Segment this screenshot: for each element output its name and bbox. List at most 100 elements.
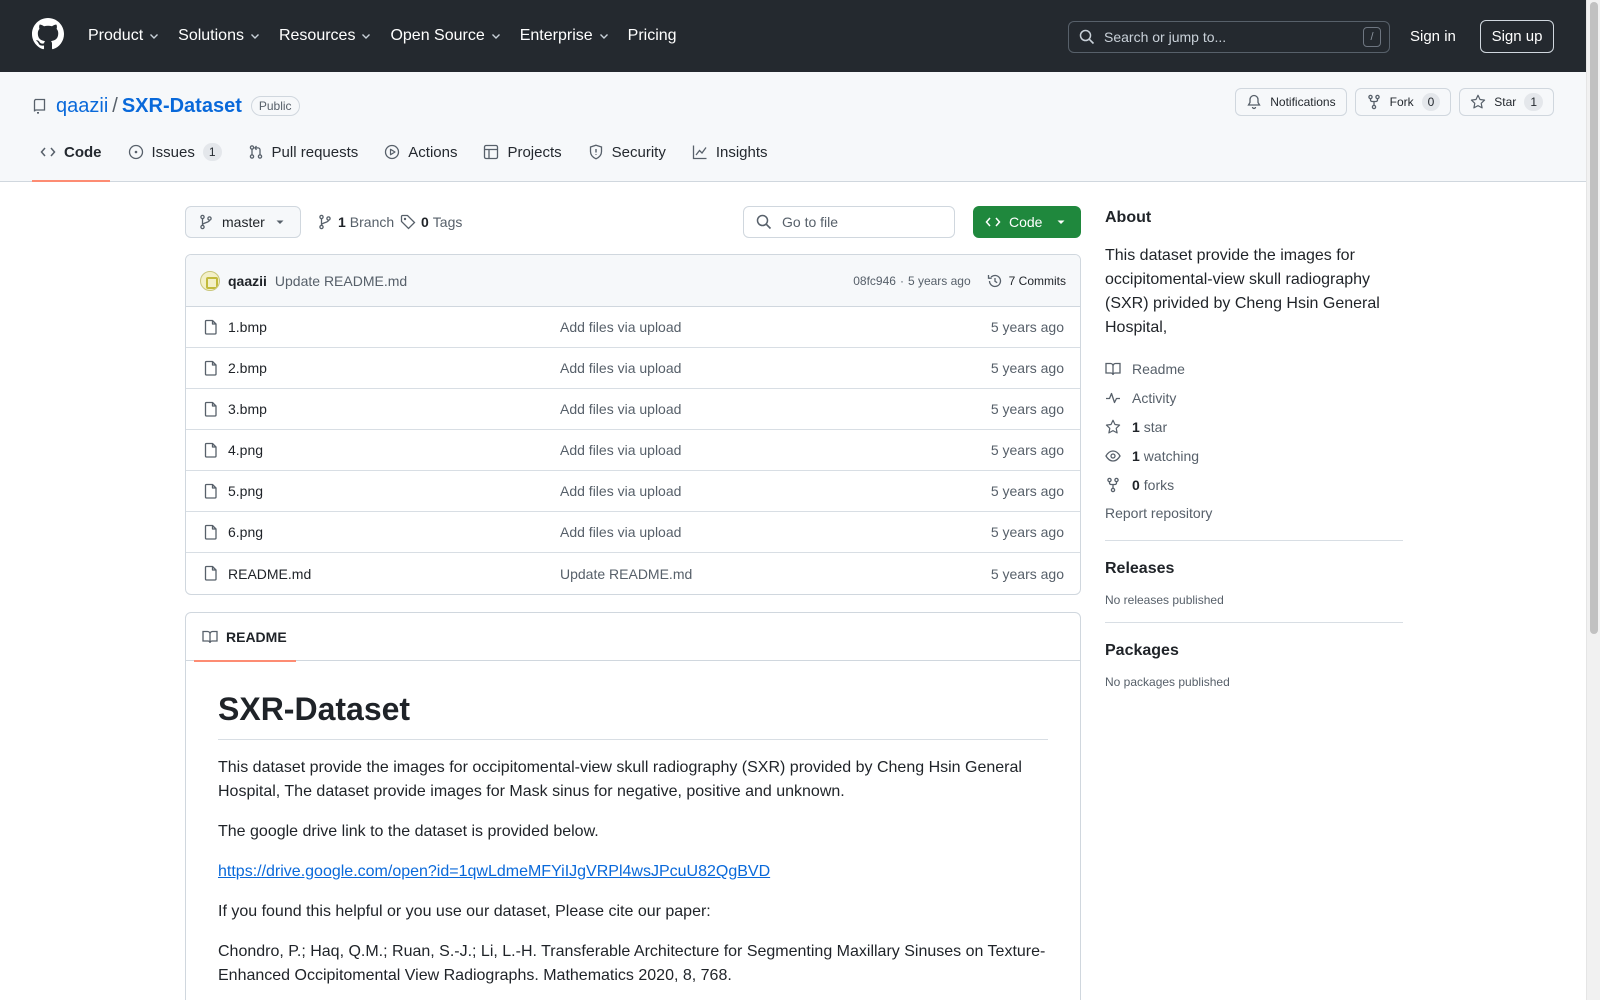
tab-pull-requests-label: Pull requests: [271, 143, 359, 161]
nav-open-source[interactable]: Open Source: [390, 18, 501, 54]
sign-up-button[interactable]: Sign up: [1480, 20, 1554, 53]
code-icon: [985, 217, 1001, 227]
file-row[interactable]: 1.bmp Add files via upload 5 years ago: [186, 307, 1080, 348]
about-links: Readme Activity 1 star 1 watching 0 fork…: [1105, 354, 1403, 499]
avatar[interactable]: [200, 270, 220, 291]
global-search-input[interactable]: Search or jump to... /: [1068, 21, 1390, 53]
search-shortcut-key: /: [1363, 27, 1381, 47]
file-commit-time: 5 years ago: [990, 483, 1064, 499]
chevron-down-icon: [150, 34, 159, 39]
commits-count-link[interactable]: 7 Commits: [1009, 274, 1066, 288]
tab-projects[interactable]: Projects: [475, 134, 569, 170]
code-dropdown-button[interactable]: Code: [973, 206, 1081, 238]
file-row[interactable]: 4.png Add files via upload 5 years ago: [186, 430, 1080, 471]
file-icon: [204, 319, 217, 335]
branches-link[interactable]: 1 Branch: [317, 206, 394, 238]
tab-actions[interactable]: Actions: [376, 134, 465, 170]
sign-in-link[interactable]: Sign in: [1410, 26, 1456, 48]
watchers-link[interactable]: 1 watching: [1105, 441, 1403, 470]
tab-security[interactable]: Security: [580, 134, 674, 170]
search-icon: [756, 214, 772, 230]
notifications-button[interactable]: Notifications: [1235, 88, 1347, 116]
file-name-link[interactable]: 2.bmp: [228, 360, 267, 376]
tab-pull-requests[interactable]: Pull requests: [240, 134, 367, 170]
nav-enterprise[interactable]: Enterprise: [520, 18, 610, 54]
commit-author[interactable]: qaazii: [228, 273, 267, 289]
stars-label: star: [1143, 418, 1168, 435]
forks-link[interactable]: 0 forks: [1105, 470, 1403, 499]
star-icon: [1471, 94, 1486, 109]
readme-link-label: Readme: [1132, 360, 1185, 377]
file-icon: [204, 565, 217, 581]
repo-name-link[interactable]: SXR-Dataset: [122, 95, 242, 118]
releases-heading[interactable]: Releases: [1105, 557, 1403, 581]
packages-heading[interactable]: Packages: [1105, 639, 1403, 663]
readme-paragraph: This dataset provide the images for occi…: [218, 759, 1022, 800]
file-commit-message[interactable]: Add files via upload: [560, 360, 681, 376]
dataset-drive-link[interactable]: https://drive.google.com/open?id=1qwLdme…: [218, 863, 770, 880]
star-button[interactable]: Star 1: [1459, 88, 1554, 116]
file-row[interactable]: 5.png Add files via upload 5 years ago: [186, 471, 1080, 512]
repo-title: qaazii / SXR-Dataset Public: [32, 92, 300, 120]
file-commit-message[interactable]: Update README.md: [560, 566, 692, 582]
code-button-label: Code: [1009, 214, 1043, 230]
file-name-link[interactable]: 1.bmp: [228, 319, 267, 335]
nav-resources[interactable]: Resources: [279, 18, 372, 54]
file-commit-message[interactable]: Add files via upload: [560, 401, 681, 417]
file-commit-message[interactable]: Add files via upload: [560, 483, 681, 499]
file-row[interactable]: 6.png Add files via upload 5 years ago: [186, 512, 1080, 553]
page-scrollbar[interactable]: [1586, 0, 1600, 1000]
branch-selector[interactable]: master: [185, 206, 301, 238]
commit-sha[interactable]: 08fc946: [853, 274, 896, 288]
file-name-link[interactable]: 3.bmp: [228, 401, 267, 417]
stars-link[interactable]: 1 star: [1105, 412, 1403, 441]
nav-pricing-label: Pricing: [627, 27, 677, 44]
nav-solutions[interactable]: Solutions: [178, 18, 261, 54]
chevron-down-icon: [599, 34, 608, 39]
tab-insights[interactable]: Insights: [684, 134, 776, 170]
tab-insights-label: Insights: [715, 143, 768, 161]
tags-link[interactable]: 0 Tags: [400, 206, 462, 238]
github-logo-icon[interactable]: [32, 18, 64, 50]
caret-down-icon: [1057, 220, 1065, 224]
repo-actions: Notifications Fork 0 Star 1: [1227, 88, 1554, 116]
bell-icon: [1247, 94, 1261, 110]
activity-link[interactable]: Activity: [1105, 383, 1403, 412]
commit-message[interactable]: Update README.md: [275, 273, 407, 289]
scrollbar-thumb[interactable]: [1590, 2, 1598, 634]
top-nav: Product Solutions Resources Open Source …: [88, 0, 695, 72]
file-name-link[interactable]: 6.png: [228, 524, 263, 540]
file-row[interactable]: 3.bmp Add files via upload 5 years ago: [186, 389, 1080, 430]
tab-code[interactable]: Code: [32, 134, 110, 182]
file-commit-message[interactable]: Add files via upload: [560, 319, 681, 335]
file-row[interactable]: README.md Update README.md 5 years ago: [186, 553, 1080, 594]
nav-product[interactable]: Product: [88, 18, 160, 54]
readme-link[interactable]: Readme: [1105, 354, 1403, 383]
file-commit-message[interactable]: Add files via upload: [560, 524, 681, 540]
sidebar-divider: [1105, 622, 1403, 623]
file-name-link[interactable]: 5.png: [228, 483, 263, 499]
chevron-down-icon: [250, 34, 259, 39]
watching-label: watching: [1143, 447, 1200, 464]
packages-empty-text: No packages published: [1105, 675, 1230, 689]
tab-issues-label: Issues: [151, 143, 195, 161]
history-icon: [987, 274, 1001, 288]
file-commit-time: 5 years ago: [990, 360, 1064, 376]
file-name-link[interactable]: README.md: [228, 566, 311, 582]
nav-pricing[interactable]: Pricing: [628, 18, 677, 54]
tab-issues[interactable]: Issues 1: [120, 134, 230, 170]
fork-button[interactable]: Fork 0: [1354, 88, 1452, 116]
sidebar-divider: [1105, 540, 1403, 541]
go-to-file-input[interactable]: Go to file: [743, 206, 955, 238]
about-heading: About: [1105, 209, 1152, 226]
tab-security-label: Security: [611, 143, 666, 161]
file-name-link[interactable]: 4.png: [228, 442, 263, 458]
file-icon: [204, 442, 217, 458]
file-commit-message[interactable]: Add files via upload: [560, 442, 681, 458]
report-repository-link[interactable]: Report repository: [1105, 501, 1403, 525]
file-icon: [204, 524, 217, 540]
repo-owner-link[interactable]: qaazii: [56, 95, 108, 118]
file-row[interactable]: 2.bmp Add files via upload 5 years ago: [186, 348, 1080, 389]
readme-tab[interactable]: README: [194, 613, 296, 662]
file-browser: qaazii Update README.md 08fc946 · 5 year…: [185, 254, 1081, 595]
